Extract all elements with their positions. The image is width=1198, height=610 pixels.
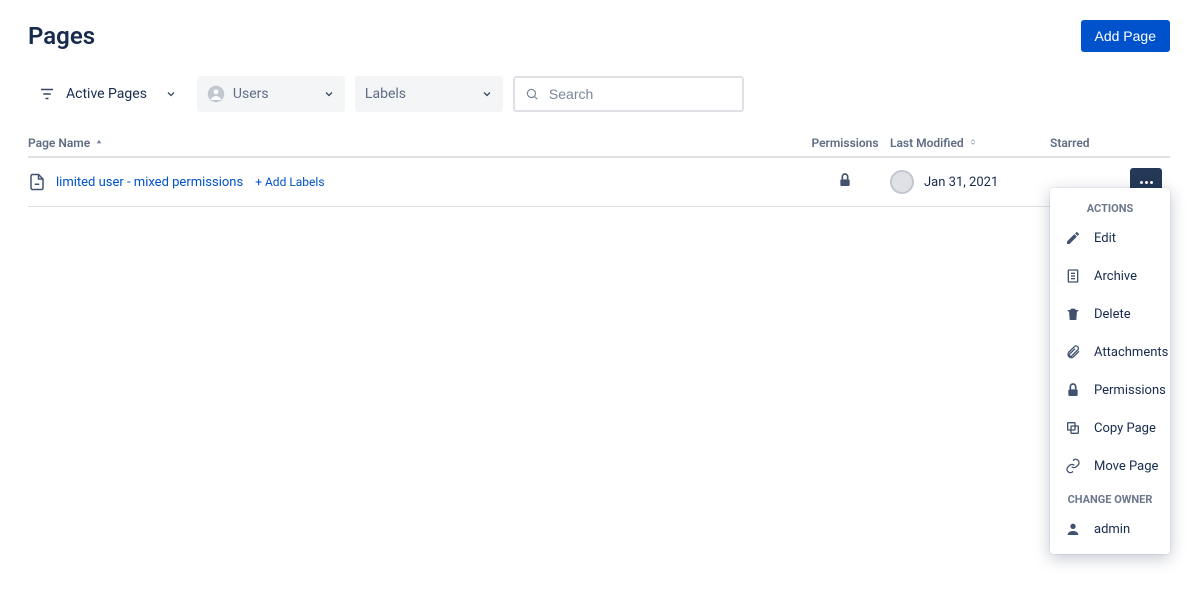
pagination: 1-11 of 11 (28, 207, 1170, 250)
menu-delete[interactable]: Delete (1050, 295, 1170, 333)
menu-archive[interactable]: Archive (1050, 257, 1170, 295)
copy-icon (1064, 419, 1082, 437)
search-icon (525, 87, 539, 101)
user-icon (1064, 520, 1082, 538)
user-icon (207, 85, 225, 103)
add-labels-link[interactable]: + Add Labels (255, 175, 324, 189)
chevron-down-icon (165, 88, 177, 100)
chevron-down-icon (481, 88, 493, 100)
lock-icon (1064, 381, 1082, 399)
page-icon (28, 173, 46, 191)
link-icon (1064, 457, 1082, 475)
menu-copy[interactable]: Copy Page (1050, 409, 1170, 447)
table-row: limited user - mixed permissions + Add L… (28, 158, 1170, 207)
pages-table: Page Name Permissions Last Modified Star… (28, 130, 1170, 207)
modified-date: Jan 31, 2021 (924, 175, 998, 190)
edit-icon (1064, 229, 1082, 247)
add-page-button[interactable]: Add Page (1081, 20, 1171, 52)
lock-icon (800, 172, 890, 188)
filter-labels-label: Labels (365, 86, 406, 102)
col-header-starred[interactable]: Starred (1050, 136, 1130, 150)
sort-asc-icon (95, 138, 103, 146)
change-owner-header: CHANGE OWNER (1050, 485, 1170, 510)
sort-icon (969, 138, 977, 146)
col-header-name[interactable]: Page Name (28, 136, 800, 150)
page-title: Pages (28, 22, 95, 50)
menu-owner[interactable]: admin (1050, 510, 1170, 548)
menu-permissions[interactable]: Permissions (1050, 371, 1170, 409)
attachment-icon (1064, 343, 1082, 361)
search-box[interactable] (513, 76, 744, 112)
menu-attachments[interactable]: Attachments (1050, 333, 1170, 371)
avatar (890, 170, 914, 194)
actions-header: ACTIONS (1050, 194, 1170, 219)
filter-active-label: Active Pages (66, 86, 147, 102)
page-link[interactable]: limited user - mixed permissions (56, 175, 243, 190)
filter-icon (38, 85, 56, 103)
filter-users[interactable]: Users (197, 76, 345, 112)
menu-edit[interactable]: Edit (1050, 219, 1170, 257)
actions-menu: ACTIONS Edit Archive Delete Attachments (1050, 188, 1170, 554)
filter-labels[interactable]: Labels (355, 76, 503, 112)
menu-move[interactable]: Move Page (1050, 447, 1170, 485)
filter-users-label: Users (233, 86, 269, 102)
chevron-down-icon (323, 88, 335, 100)
archive-icon (1064, 267, 1082, 285)
trash-icon (1064, 305, 1082, 323)
col-header-permissions[interactable]: Permissions (800, 136, 890, 150)
search-input[interactable] (547, 85, 732, 103)
filter-active-pages[interactable]: Active Pages (28, 79, 187, 109)
col-header-modified[interactable]: Last Modified (890, 136, 1050, 150)
